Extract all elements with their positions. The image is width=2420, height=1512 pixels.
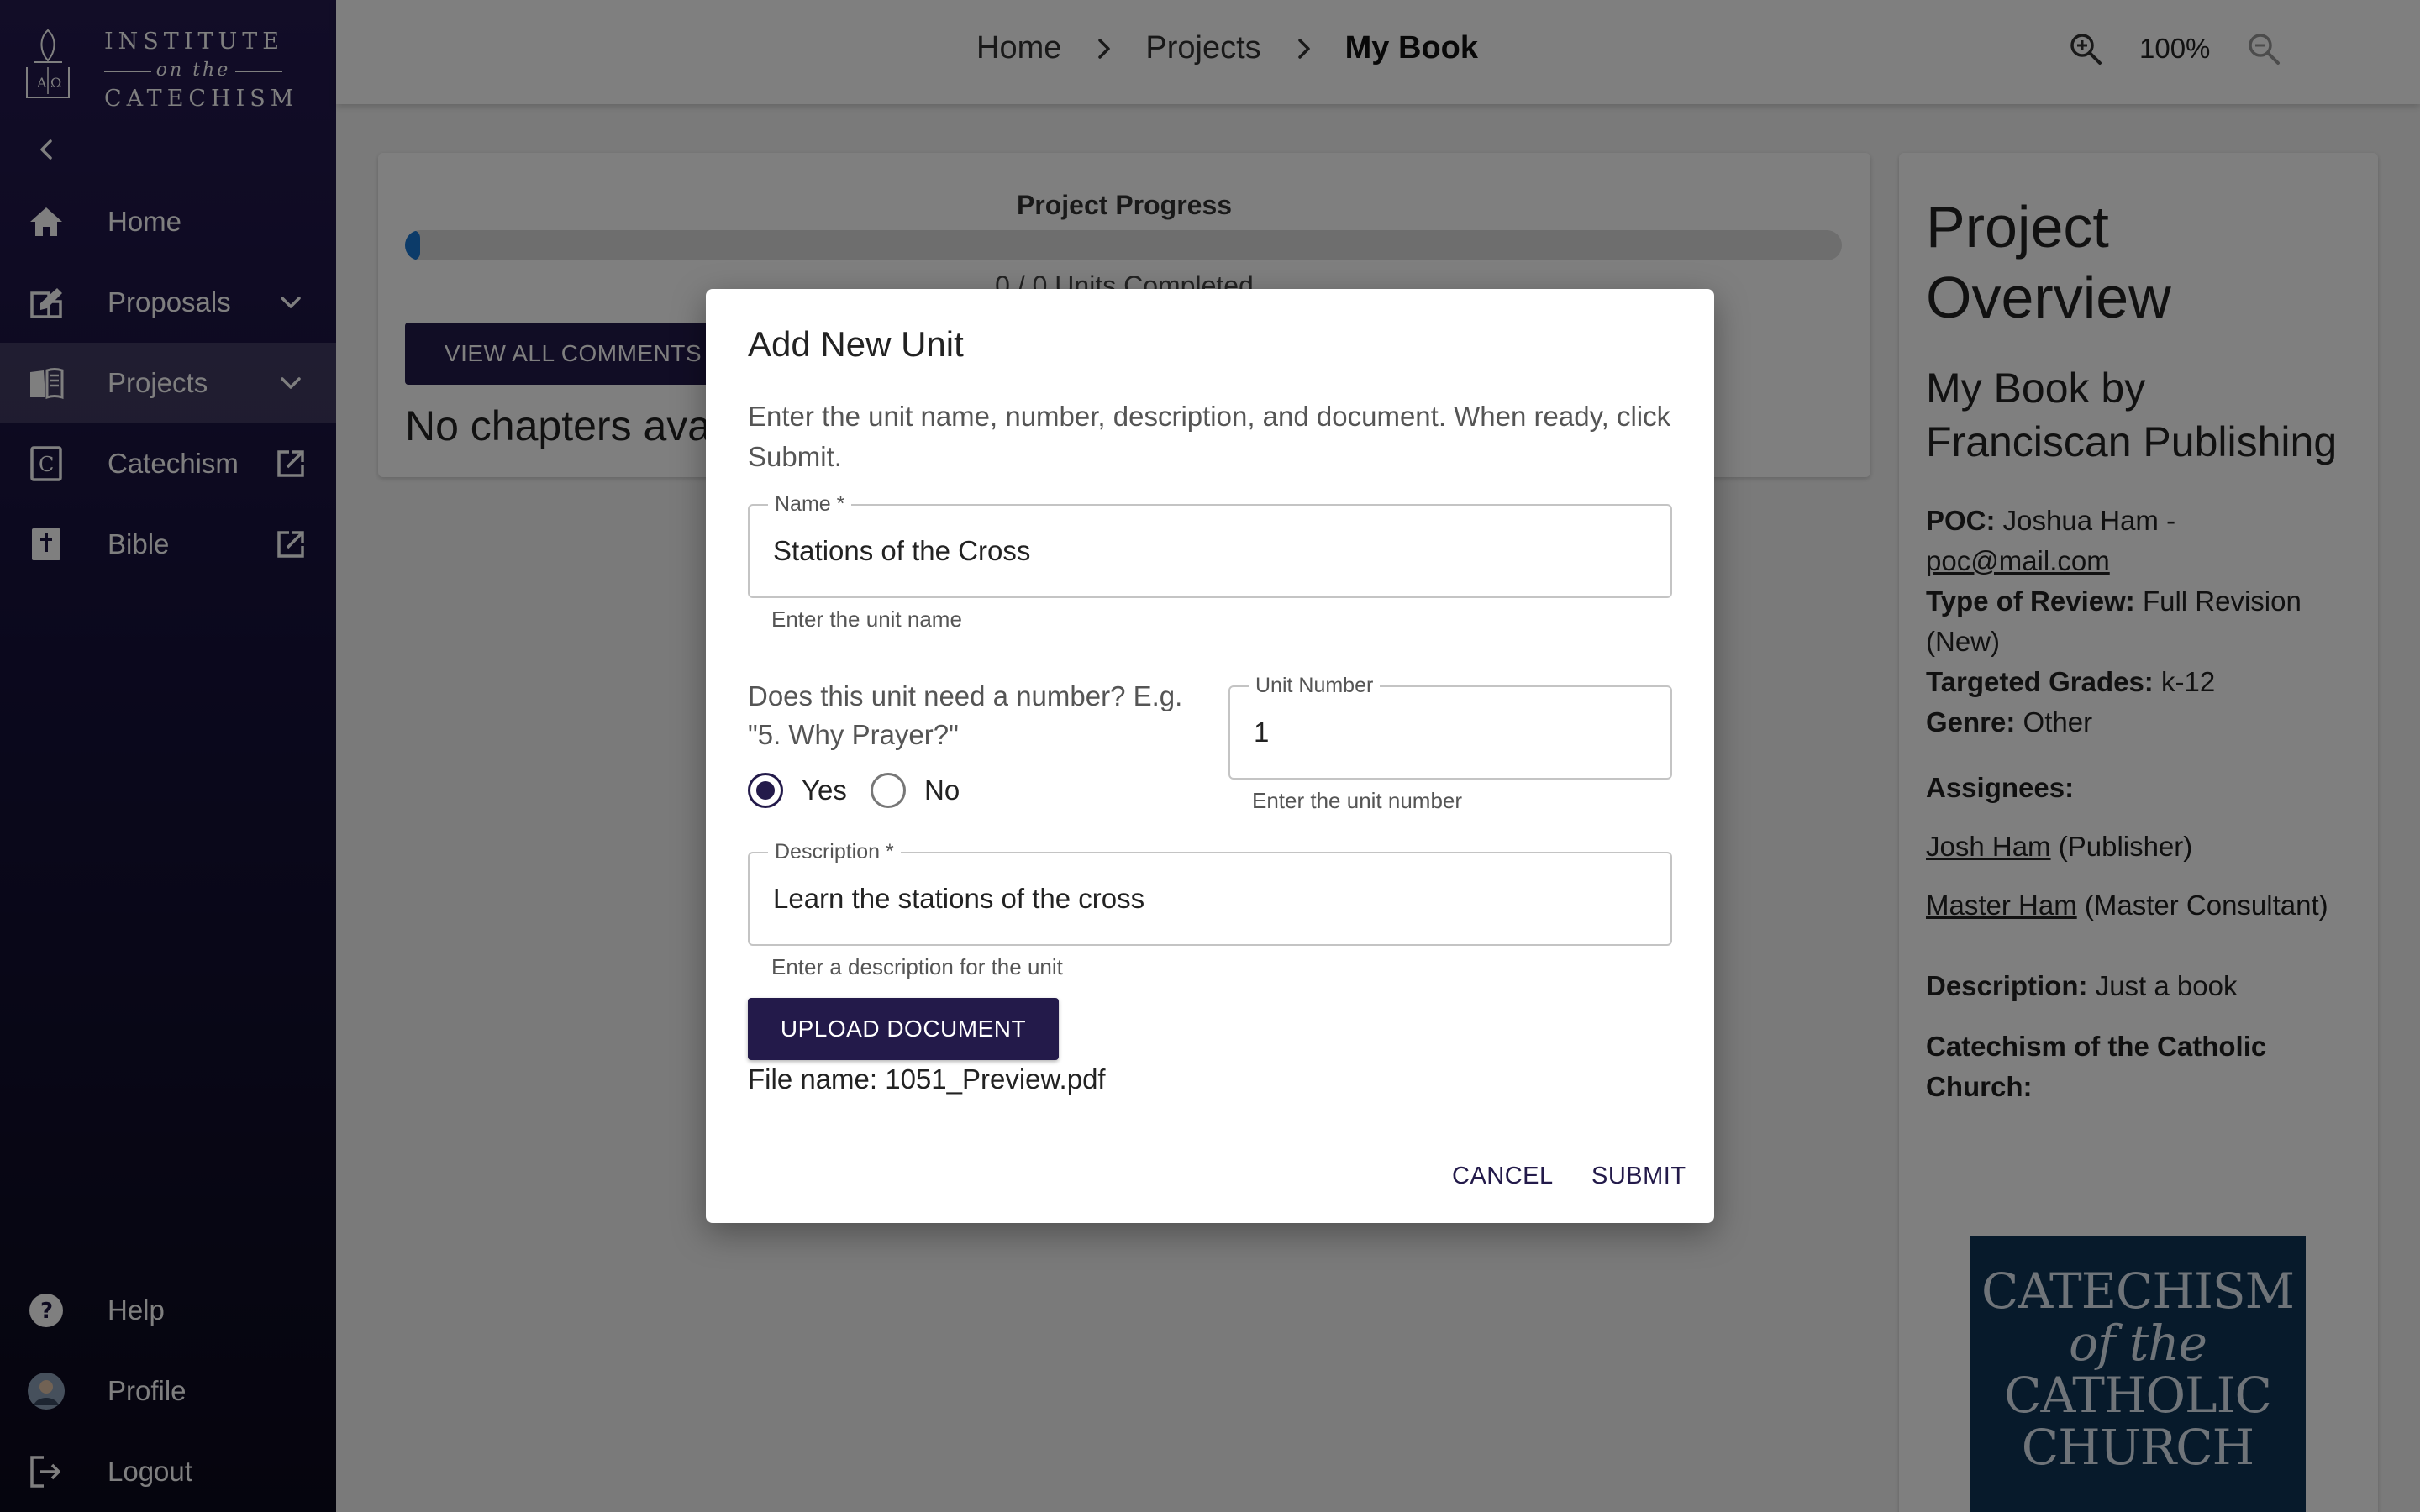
unit-number-helper: Enter the unit number: [1252, 788, 1463, 813]
radio-label: No: [924, 774, 960, 806]
number-question: Does this unit need a number? E.g. "5. W…: [748, 680, 1183, 750]
dialog-title: Add New Unit: [748, 324, 964, 364]
radio-label: Yes: [802, 774, 847, 806]
unit-number-field[interactable]: Unit Number 1: [1228, 674, 1672, 780]
cancel-button[interactable]: CANCEL: [1452, 1163, 1554, 1190]
field-value: Learn the stations of the cross: [773, 883, 1145, 914]
dialog-instructions: Enter the unit name, number, description…: [748, 401, 1671, 472]
field-value: 1: [1254, 717, 1270, 748]
radio-no[interactable]: No: [871, 773, 960, 808]
upload-document-button[interactable]: UPLOAD DOCUMENT: [748, 998, 1059, 1060]
add-unit-dialog: Add New Unit Enter the unit name, number…: [706, 289, 1714, 1223]
unit-name-field[interactable]: Name * Stations of the Cross: [748, 492, 1672, 598]
unit-name-helper: Enter the unit name: [771, 606, 962, 632]
submit-button[interactable]: SUBMIT: [1591, 1163, 1686, 1190]
field-value: Stations of the Cross: [773, 535, 1031, 566]
radio-yes[interactable]: Yes: [748, 773, 847, 808]
radio-indicator: [871, 773, 906, 808]
description-field[interactable]: Description * Learn the stations of the …: [748, 840, 1672, 946]
radio-indicator: [748, 773, 783, 808]
uploaded-file-name: File name: 1051_Preview.pdf: [748, 1063, 1106, 1095]
description-helper: Enter a description for the unit: [771, 954, 1063, 979]
